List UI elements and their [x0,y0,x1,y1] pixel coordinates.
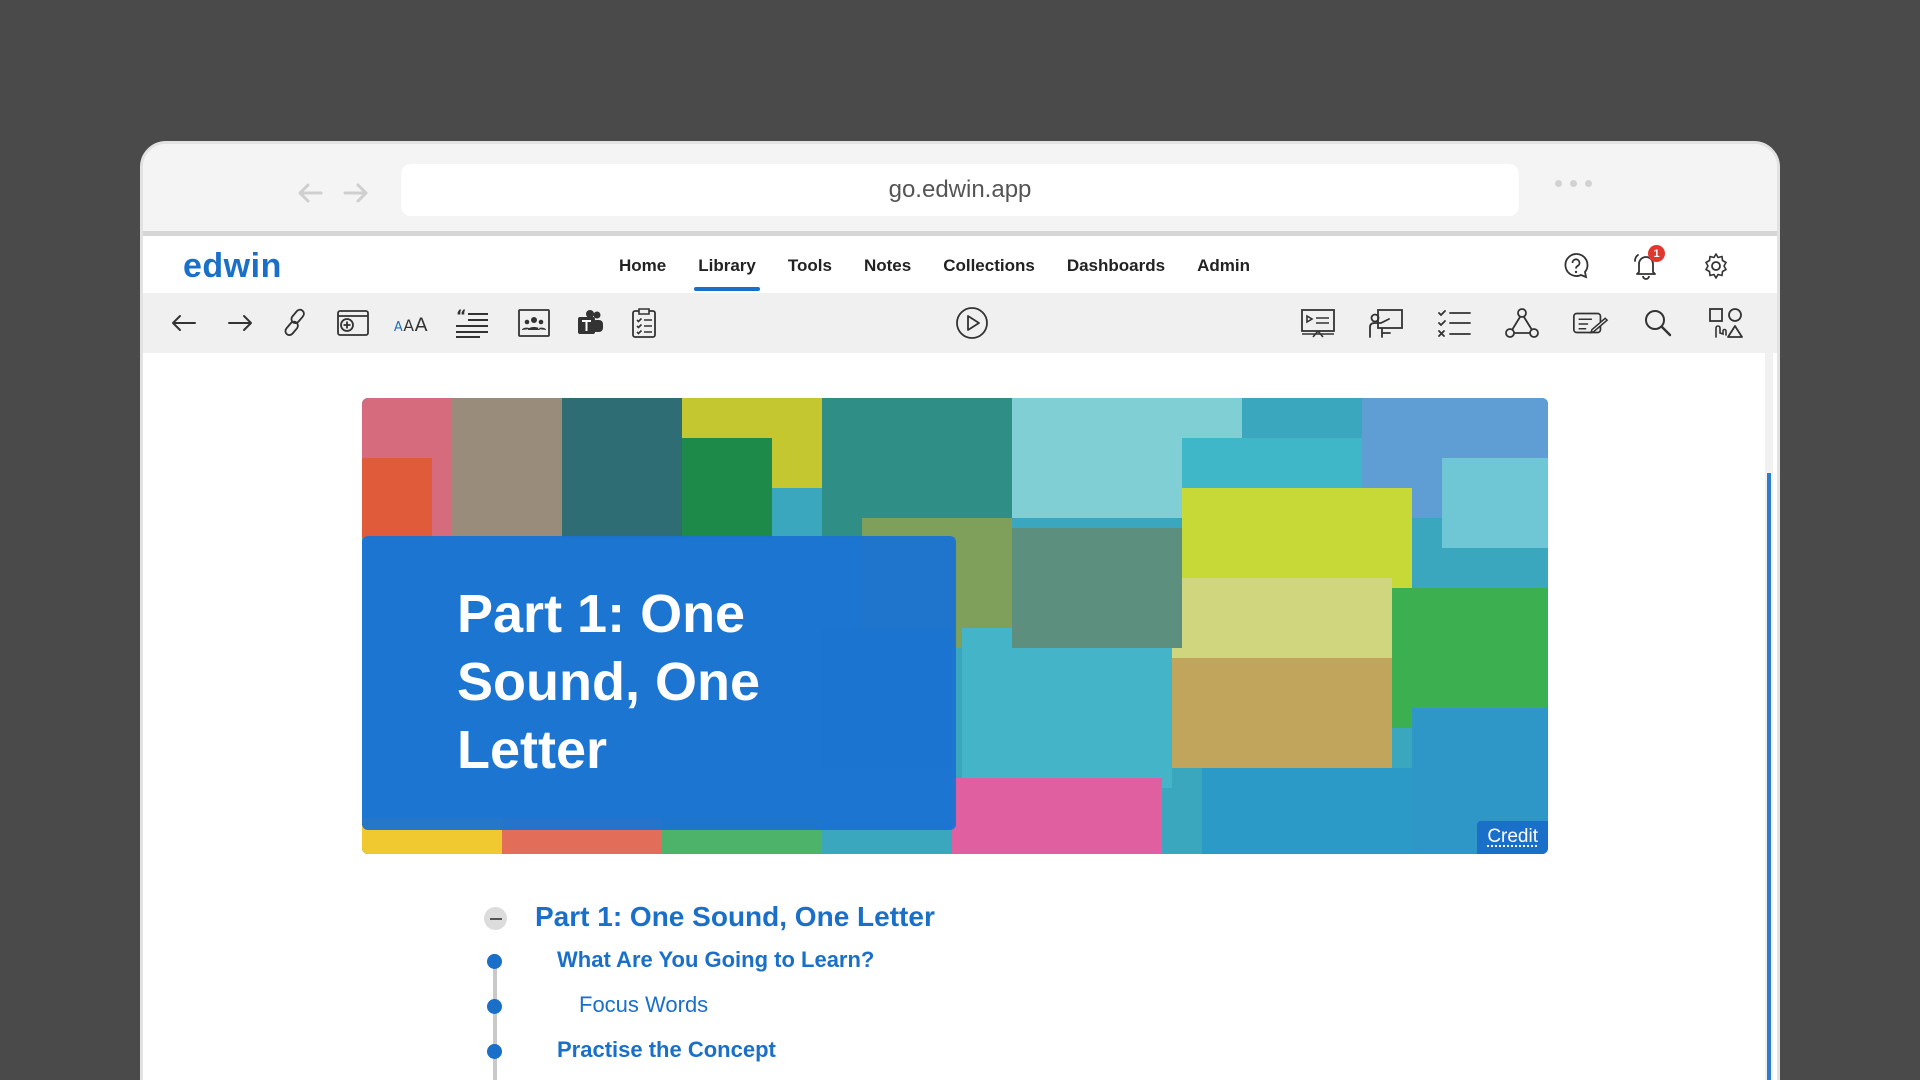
header-icons: 1 [1559,245,1733,283]
toc-item[interactable]: Practise the Concept [557,1037,776,1063]
toc-bullet [487,1044,502,1059]
edwin-logo[interactable]: edwin [183,247,282,286]
network-icon[interactable] [1501,303,1543,343]
scrollbar-thumb[interactable] [1767,473,1771,1080]
toc-item[interactable]: Focus Words [579,992,708,1018]
address-bar[interactable]: go.edwin.app [401,164,1519,216]
add-resource-icon[interactable] [331,303,373,343]
browser-back-icon[interactable] [291,174,329,212]
toc-heading[interactable]: Part 1: One Sound, One Letter [535,901,935,933]
table-of-contents: Part 1: One Sound, One Letter What Are Y… [143,353,1777,1080]
notification-badge: 1 [1648,245,1665,262]
nav-collections[interactable]: Collections [927,241,1051,293]
browser-window: go.edwin.app edwin Home Library Tools No… [140,141,1780,1080]
nav-home[interactable]: Home [603,241,682,293]
notifications-bell-icon[interactable]: 1 [1629,245,1665,283]
svg-text:“: “ [456,306,467,325]
app-header: edwin Home Library Tools Notes Collectio… [143,241,1777,293]
text-size-icon[interactable]: AAA [391,303,433,343]
search-icon[interactable] [1637,303,1679,343]
settings-gear-icon[interactable] [1699,249,1733,283]
quote-list-icon[interactable]: “ [451,303,493,343]
nav-notes[interactable]: Notes [848,241,927,293]
svg-text:A: A [394,320,403,335]
toc-timeline [493,954,497,1080]
nav-admin[interactable]: Admin [1181,241,1266,293]
toc-bullet [487,999,502,1014]
toc-item[interactable]: What Are You Going to Learn? [557,947,874,973]
nav-tools[interactable]: Tools [772,241,848,293]
browser-forward-icon[interactable] [337,174,375,212]
collapse-toggle-icon[interactable] [484,907,507,930]
svg-text:A: A [415,314,428,336]
nav-library[interactable]: Library [682,241,772,293]
teacher-icon[interactable] [1365,303,1407,343]
forward-icon[interactable] [219,303,261,343]
resource-toolbar: AAA “ [143,293,1777,353]
teams-icon[interactable] [569,303,611,343]
checklist-icon[interactable] [623,303,665,343]
shapes-icon[interactable] [1705,303,1747,343]
scrollbar[interactable] [1765,353,1773,1080]
main-nav: Home Library Tools Notes Collections Das… [603,241,1266,293]
presentation-icon[interactable] [1297,303,1339,343]
nav-dashboards[interactable]: Dashboards [1051,241,1181,293]
more-dots-icon[interactable] [1555,180,1592,187]
content-area: Part 1: One Sound, One Letter Credit Par… [143,353,1777,1080]
toc-bullet [487,954,502,969]
task-list-icon[interactable] [1433,303,1475,343]
image-people-icon[interactable] [513,303,555,343]
browser-chrome: go.edwin.app [143,144,1777,236]
back-icon[interactable] [163,303,205,343]
play-icon[interactable] [951,303,993,343]
help-icon[interactable] [1559,249,1593,283]
svg-text:A: A [403,317,414,335]
url-text: go.edwin.app [888,176,1032,203]
link-icon[interactable] [275,303,317,343]
notes-pen-icon[interactable] [1569,303,1611,343]
